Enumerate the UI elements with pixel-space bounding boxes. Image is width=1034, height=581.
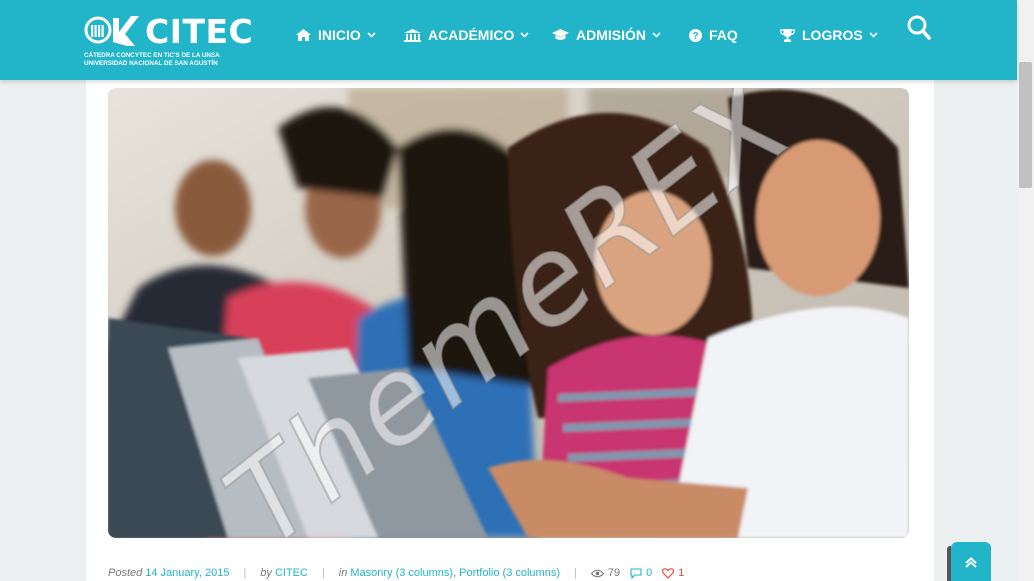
students-photo [108,88,909,538]
chevron-up-icon [965,556,977,568]
svg-text:?: ? [692,31,698,42]
brand-subtitle: CÁTEDRA CONCYTEC EN TIC'S DE LA UNSA UNI… [84,52,220,68]
comments-value: 0 [646,567,653,579]
chevron-down-icon [520,32,529,38]
heart-icon [662,567,675,579]
trophy-icon [780,28,795,42]
comment-icon [630,567,642,579]
nav-label: FAQ [709,27,738,43]
comments-count[interactable]: 0 [630,567,652,579]
search-button[interactable] [906,14,932,42]
search-icon [907,15,931,40]
nav-label: ACADÉMICO [428,27,515,43]
post-featured-image[interactable]: ThemeREX [108,88,909,538]
views-value: 79 [607,567,621,579]
views-count: 79 [590,567,621,579]
category-link-portfolio[interactable]: Portfolio (3 columns) [459,567,560,579]
graduation-cap-icon [552,29,569,40]
by-label: by [260,567,272,579]
brand-name: CITEC [145,12,254,51]
meta-divider: | [243,567,247,579]
nav-item-inicio[interactable]: INICIO [296,24,376,46]
posted-label: Posted [108,567,143,579]
site-header: CITEC CÁTEDRA CONCYTEC EN TIC'S DE LA UN… [0,0,1017,80]
brand-subtitle-line1: CÁTEDRA CONCYTEC EN TIC'S DE LA UNSA [84,52,220,59]
scrollbar-thumb[interactable] [1019,62,1032,188]
home-icon [296,29,311,41]
question-circle-icon: ? [689,28,702,42]
chevron-down-icon [652,32,661,38]
chevron-down-icon [869,32,878,38]
brand-subtitle-line2: UNIVERSIDAD NACIONAL DE SAN AGUSTÍN [84,60,218,67]
likes-count[interactable]: 1 [662,567,684,579]
nav-label: LOGROS [802,27,863,43]
meta-divider: | [574,567,577,579]
meta-divider: | [321,567,325,579]
likes-value: 1 [678,567,685,579]
citec-logo-mark [84,16,139,46]
nav-item-logros[interactable]: LOGROS [780,24,878,46]
in-label: in [338,567,348,579]
nav-item-academico[interactable]: ACADÉMICO [404,24,529,46]
nav-label: ADMISIÓN [576,27,646,43]
chevron-down-icon [367,32,376,38]
post-meta: Posted 14 January, 2015 | by CITEC | in … [108,565,694,581]
institution-icon [404,28,421,42]
nav-label: INICIO [318,27,361,43]
eye-icon [590,569,604,577]
post-date-link[interactable]: 14 January, 2015 [145,567,229,579]
category-link-masonry[interactable]: Masonry (3 columns) [350,567,453,579]
category-separator: , [453,567,457,579]
scroll-to-top-button[interactable] [951,542,991,581]
nav-item-admision[interactable]: ADMISIÓN [552,24,661,46]
post-author-link[interactable]: CITEC [275,567,308,579]
nav-item-faq[interactable]: ? FAQ [689,24,738,46]
site-logo[interactable]: CITEC CÁTEDRA CONCYTEC EN TIC'S DE LA UN… [83,12,253,70]
